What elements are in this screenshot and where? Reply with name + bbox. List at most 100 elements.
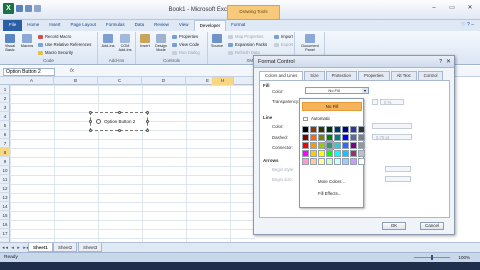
color-swatch[interactable] [350, 142, 357, 149]
dialog-title-bar[interactable]: Format Control ? ✕ [254, 56, 454, 68]
color-swatch[interactable] [302, 158, 309, 165]
row-header[interactable]: 9 [0, 157, 10, 166]
row-header[interactable]: 4 [0, 112, 10, 121]
com-add-ins-button[interactable]: COM Add-Ins [118, 34, 132, 52]
macro-security-button[interactable]: Macro Security [38, 50, 73, 55]
design-mode-button[interactable]: Design Mode [154, 34, 168, 52]
option-button-control[interactable]: Option Button 2 [89, 111, 149, 132]
import-button[interactable]: Import [274, 34, 293, 39]
insert-control-button[interactable]: Insert [138, 34, 152, 48]
resize-handle[interactable] [118, 129, 121, 132]
view-code-button[interactable]: View Code [172, 42, 199, 47]
row-header[interactable]: 7 [0, 139, 10, 148]
add-ins-button[interactable]: Add-Ins [101, 34, 115, 48]
expansion-packs-button[interactable]: Expansion Packs [228, 42, 267, 47]
resize-handle[interactable] [89, 111, 92, 114]
color-swatch[interactable] [325, 141, 334, 150]
row-header[interactable]: 16 [0, 220, 10, 229]
row-header[interactable]: 13 [0, 193, 10, 202]
zoom-level[interactable]: 100% [458, 255, 470, 260]
resize-handle[interactable] [146, 120, 149, 123]
redo-icon[interactable] [34, 5, 41, 12]
color-swatch[interactable] [350, 158, 357, 165]
line-style-box[interactable] [372, 123, 412, 129]
color-swatch[interactable] [302, 142, 309, 149]
tab-control[interactable]: Control [417, 71, 444, 80]
tab-colors-and-lines[interactable]: Colors and Lines [259, 71, 304, 80]
color-swatch[interactable] [350, 134, 357, 141]
row-header[interactable]: 3 [0, 103, 10, 112]
tab-home[interactable]: Home [22, 20, 44, 31]
row-header[interactable]: 2 [0, 94, 10, 103]
undo-icon[interactable] [25, 5, 32, 12]
color-swatch[interactable] [302, 126, 309, 133]
source-button[interactable]: Source [210, 34, 224, 48]
color-swatch[interactable] [310, 142, 317, 149]
document-panel-button[interactable]: Document Panel [300, 34, 320, 52]
chevron-down-icon[interactable]: ▾ [362, 88, 368, 93]
row-header[interactable]: 14 [0, 202, 10, 211]
color-swatch[interactable] [310, 150, 317, 157]
tab-view[interactable]: View [174, 20, 194, 31]
tab-format[interactable]: Format [226, 20, 250, 31]
color-swatch[interactable] [342, 150, 349, 157]
tab-formulas[interactable]: Formulas [101, 20, 130, 31]
resize-handle[interactable] [89, 129, 92, 132]
row-header[interactable]: 15 [0, 211, 10, 220]
no-fill-option[interactable]: No Fill [302, 102, 362, 111]
sheet-tab[interactable]: Sheet2 [53, 243, 78, 252]
resize-handle[interactable] [89, 120, 92, 123]
color-swatch[interactable] [310, 134, 317, 141]
fill-color-combo[interactable]: No Fill ▾ [305, 87, 369, 94]
export-button[interactable]: Export [274, 42, 293, 47]
color-swatch[interactable] [358, 142, 365, 149]
properties-button[interactable]: Properties [172, 34, 198, 39]
color-swatch[interactable] [334, 142, 341, 149]
row-header[interactable]: 12 [0, 184, 10, 193]
zoom-slider[interactable] [414, 255, 450, 260]
map-properties-button[interactable]: Map Properties [228, 34, 263, 39]
color-swatch[interactable] [318, 150, 325, 157]
help-button[interactable]: ? [439, 59, 442, 65]
ribbon-help-controls[interactable]: ♡ ? – [461, 22, 474, 28]
tab-review[interactable]: Review [149, 20, 174, 31]
color-swatch[interactable] [326, 126, 333, 133]
color-swatch[interactable] [358, 158, 365, 165]
column-header[interactable]: D [142, 77, 186, 85]
resize-handle[interactable] [118, 111, 121, 114]
ok-button[interactable]: OK [382, 222, 406, 230]
color-swatch[interactable] [310, 126, 317, 133]
relative-references-button[interactable]: Use Relative References [38, 42, 91, 47]
color-swatch[interactable] [358, 150, 365, 157]
more-colors-option[interactable]: More Colors... [303, 179, 345, 184]
row-header[interactable]: 8 [0, 148, 10, 157]
tab-page-layout[interactable]: Page Layout [66, 20, 101, 31]
worksheet-grid[interactable]: A B C D E H 1 2 3 4 5 6 7 8 9 10 11 12 1… [0, 77, 255, 242]
cancel-button[interactable]: Cancel [420, 222, 444, 230]
color-swatch[interactable] [326, 158, 333, 165]
row-header[interactable]: 5 [0, 121, 10, 130]
line-weight-input[interactable]: 0.75 pt [372, 134, 412, 140]
color-swatch[interactable] [318, 142, 325, 149]
color-swatch[interactable] [310, 158, 317, 165]
transparency-slider[interactable] [372, 99, 378, 105]
record-macro-button[interactable]: Record Macro [38, 34, 71, 39]
color-swatch[interactable] [342, 158, 349, 165]
color-swatch[interactable] [326, 150, 333, 157]
macros-button[interactable]: Macros [20, 34, 34, 48]
tab-protection[interactable]: Protection [325, 71, 357, 80]
color-swatch[interactable] [318, 158, 325, 165]
end-size-box[interactable] [385, 176, 411, 182]
row-header[interactable]: 10 [0, 166, 10, 175]
row-header[interactable]: 11 [0, 175, 10, 184]
tab-file[interactable]: File [3, 20, 23, 31]
color-swatch[interactable] [318, 134, 325, 141]
sheet-tab[interactable]: Sheet1 [28, 243, 53, 252]
maximize-button[interactable]: ▭ [446, 3, 458, 13]
visual-basic-button[interactable]: Visual Basic [3, 34, 17, 52]
column-header[interactable]: H [212, 77, 234, 85]
fill-effects-option[interactable]: Fill Effects... [303, 191, 341, 196]
color-swatch[interactable] [302, 134, 309, 141]
resize-handle[interactable] [146, 111, 149, 114]
save-icon[interactable] [16, 5, 23, 12]
